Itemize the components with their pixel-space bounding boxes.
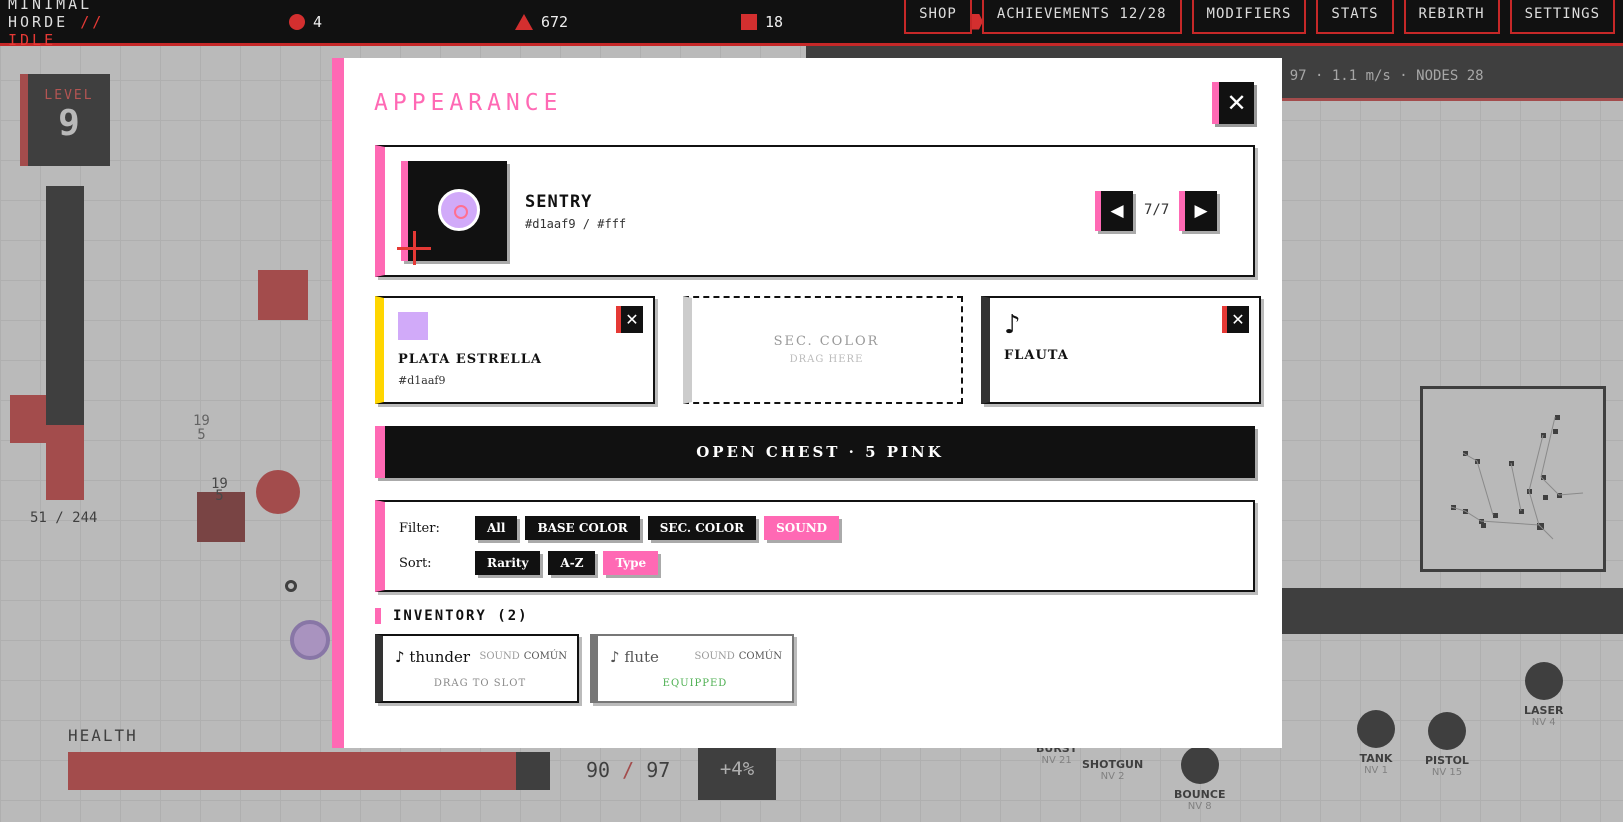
skin-colors: #d1aaf9 / #fff — [525, 217, 627, 231]
rebirth-button[interactable]: REBIRTH — [1403, 0, 1500, 34]
inventory-item-flute[interactable]: ♪ flute SOUND COMÚN EQUIPPED — [590, 634, 794, 703]
item-meta: SOUND COMÚN — [479, 651, 567, 662]
close-button[interactable]: ✕ — [1212, 82, 1254, 124]
slot-item-hex: #d1aaf9 — [398, 374, 446, 387]
item-name: ♪ thunder — [395, 648, 471, 666]
sort-a-z[interactable]: A-Z — [548, 551, 596, 575]
inventory-title: INVENTORY (2) — [375, 608, 529, 624]
red-square-icon — [741, 13, 757, 30]
modal-title: APPEARANCE — [374, 90, 563, 116]
sort-row: Sort: Rarity A-Z Type — [399, 551, 659, 575]
filter-sort-panel: Filter: All BASE COLOR SEC. COLOR SOUND … — [375, 500, 1255, 592]
item-meta: SOUND COMÚN — [694, 651, 782, 662]
crosshair-icon — [397, 231, 431, 265]
item-name: ♪ flute — [610, 648, 659, 666]
remove-sound-button[interactable]: ✕ — [1222, 306, 1249, 333]
sort-label: Sort: — [399, 555, 432, 571]
item-status: EQUIPPED — [662, 678, 728, 689]
slot-title: SEC. COLOR — [773, 334, 880, 349]
red-triangle-icon — [515, 13, 533, 30]
game-brand: MINIMAL HORDE // IDLE — [8, 0, 105, 49]
achievements-button[interactable]: ACHIEVEMENTS 12/28 — [981, 0, 1182, 34]
secondary-color-slot[interactable]: SEC. COLOR DRAG HERE — [683, 296, 963, 404]
slot-item-name: PLATA ESTRELLA — [398, 352, 542, 367]
filter-row: Filter: All BASE COLOR SEC. COLOR SOUND — [399, 516, 840, 540]
filter-sound[interactable]: SOUND — [764, 516, 840, 540]
top-bar: MINIMAL HORDE // IDLE 4 672 18 57 4 14 S… — [0, 0, 1623, 49]
filter-all[interactable]: All — [475, 516, 518, 540]
skin-name: SENTRY — [525, 192, 593, 212]
appearance-modal: APPEARANCE ✕ SENTRY #d1aaf9 / #fff ◀ 7/7… — [332, 58, 1282, 748]
red-circle-icon — [289, 13, 305, 30]
remove-base-color-button[interactable]: ✕ — [616, 306, 643, 333]
music-note-icon: ♪ — [1004, 310, 1021, 340]
skin-preview-card: SENTRY #d1aaf9 / #fff ◀ 7/7 ▶ — [375, 145, 1255, 277]
base-color-slot[interactable]: PLATA ESTRELLA #d1aaf9 ✕ — [375, 296, 655, 404]
music-note-icon: ♪ — [395, 648, 405, 666]
filter-base-color[interactable]: BASE COLOR — [525, 516, 640, 540]
slot-hint: DRAG HERE — [789, 354, 864, 365]
skin-counter: 7/7 — [1144, 202, 1170, 218]
shop-button[interactable]: SHOP — [904, 0, 972, 34]
color-swatch — [398, 312, 428, 340]
music-note-icon: ♪ — [610, 648, 620, 666]
next-skin-button[interactable]: ▶ — [1179, 191, 1217, 231]
sort-type[interactable]: Type — [603, 551, 659, 575]
item-status: DRAG TO SLOT — [433, 678, 527, 689]
inventory-item-thunder[interactable]: ♪ thunder SOUND COMÚN DRAG TO SLOT — [375, 634, 579, 703]
prev-skin-button[interactable]: ◀ — [1095, 191, 1133, 231]
filter-label: Filter: — [399, 520, 440, 536]
stats-button[interactable]: STATS — [1316, 0, 1394, 34]
top-nav: SHOP ACHIEVEMENTS 12/28 MODIFIERS STATS … — [904, 0, 1615, 34]
open-chest-button[interactable]: OPEN CHEST · 5 PINK — [375, 426, 1255, 478]
filter-sec-color[interactable]: SEC. COLOR — [647, 516, 757, 540]
sentry-icon — [438, 189, 480, 231]
settings-button[interactable]: SETTINGS — [1509, 0, 1615, 34]
modifiers-button[interactable]: MODIFIERS — [1191, 0, 1307, 34]
slot-item-name: FLAUTA — [1004, 348, 1069, 363]
sound-slot[interactable]: ♪ FLAUTA ✕ — [981, 296, 1261, 404]
sort-rarity[interactable]: Rarity — [475, 551, 541, 575]
